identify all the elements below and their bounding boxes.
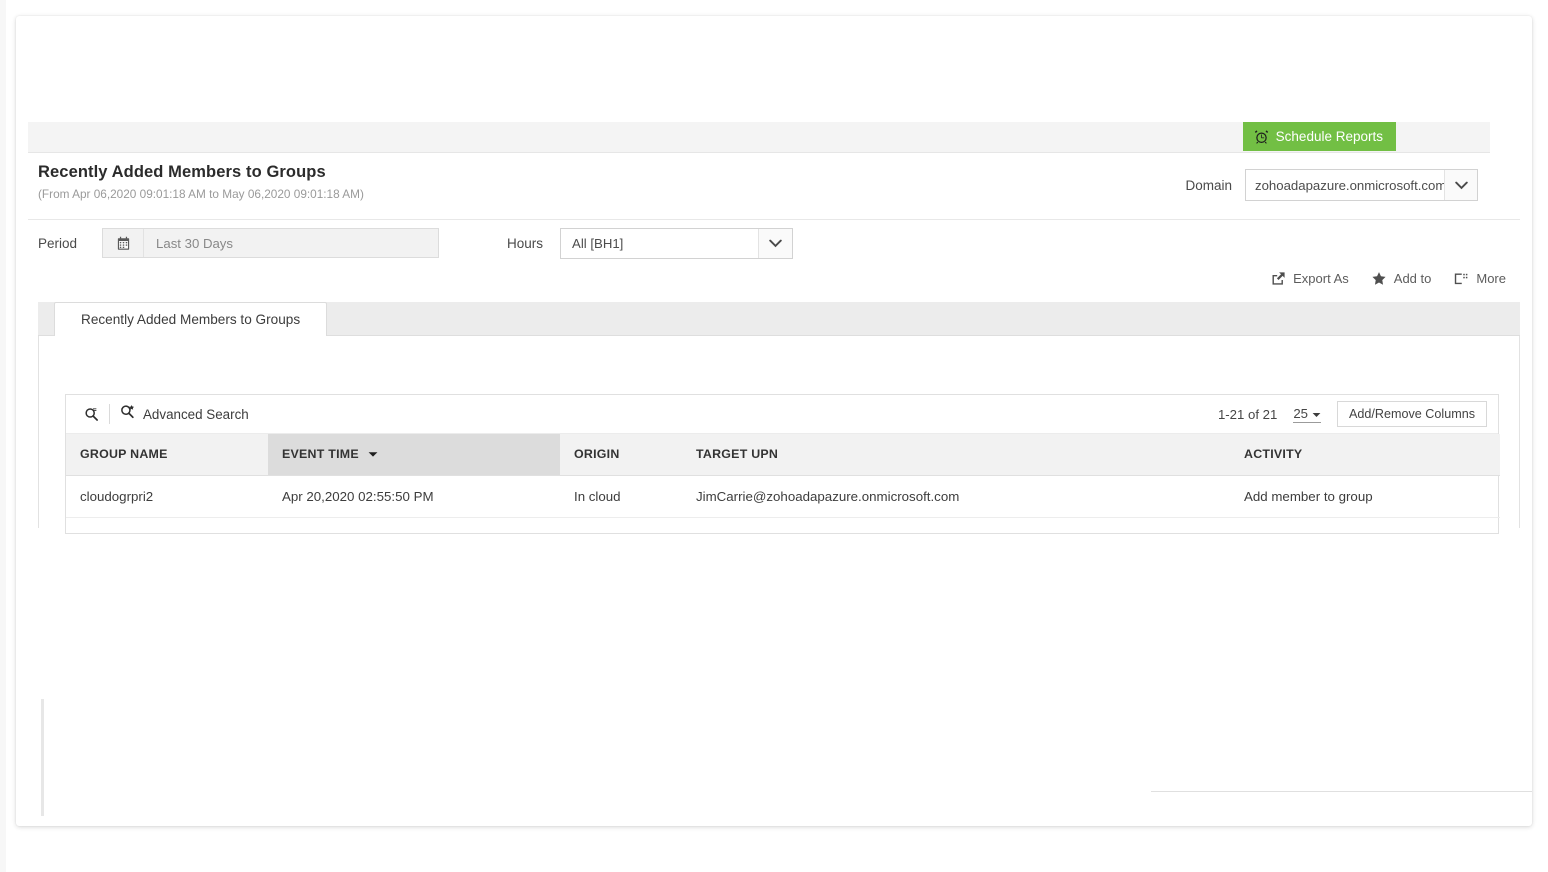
filter-bar: Period Last 30 Days [38,227,793,259]
data-grid: GROUP NAME EVENT TIME ORIGIN [66,434,1500,518]
cell-group-name: cloudogrpri2 [66,475,268,517]
chevron-down-icon[interactable] [1444,170,1477,200]
left-edge-shade [0,0,6,872]
column-header-label: GROUP NAME [80,447,168,461]
column-header-label: EVENT TIME [282,447,359,461]
grid-toolbar: Advanced Search 1-21 of 21 25 Add/Remove… [66,395,1498,434]
report-panel-body: Advanced Search 1-21 of 21 25 Add/Remove… [38,336,1520,528]
hours-selected-value: All [BH1] [561,229,758,258]
column-header-label: ACTIVITY [1244,447,1302,461]
period-label: Period [38,236,77,251]
export-as-label: Export As [1293,271,1349,286]
period-field[interactable]: Last 30 Days [102,228,439,258]
background-horizontal-rule [1151,791,1532,792]
background-vertical-rule [41,699,44,816]
column-header-event-time[interactable]: EVENT TIME [268,434,560,475]
column-header-group-name[interactable]: GROUP NAME [66,434,268,475]
column-header-activity[interactable]: ACTIVITY [1230,434,1500,475]
add-remove-columns-button[interactable]: Add/Remove Columns [1337,401,1487,427]
chevron-down-icon[interactable] [758,229,792,258]
schedule-reports-label: Schedule Reports [1276,129,1383,144]
advanced-search-button[interactable]: Advanced Search [120,404,249,424]
record-range: 1-21 of 21 [1218,407,1277,422]
tab-label: Recently Added Members to Groups [81,312,300,327]
table-row[interactable]: cloudogrpri2 Apr 20,2020 02:55:50 PM In … [66,475,1500,517]
add-remove-columns-label: Add/Remove Columns [1349,407,1475,421]
cell-activity: Add member to group [1230,475,1500,517]
report-date-range: (From Apr 06,2020 09:01:18 AM to May 06,… [38,187,364,201]
advanced-search-label: Advanced Search [143,407,249,422]
tab-strip: Recently Added Members to Groups [38,302,1520,336]
top-action-strip: Schedule Reports [28,122,1490,153]
caret-down-icon [1312,406,1321,422]
more-list-icon [1453,271,1469,286]
report-page-card: Schedule Reports Recently Added Members … [16,16,1532,826]
more-button[interactable]: More [1453,271,1506,286]
star-icon [1371,271,1387,286]
add-to-button[interactable]: Add to [1371,271,1432,286]
search-icon-group [74,404,110,424]
period-value: Last 30 Days [144,229,438,257]
export-as-button[interactable]: Export As [1271,271,1349,286]
calendar-icon [103,229,144,257]
title-divider [28,219,1520,220]
column-header-label: ORIGIN [574,447,620,461]
tab-recently-added-members-to-groups[interactable]: Recently Added Members to Groups [54,302,327,336]
cell-target-upn: JimCarrie@zohoadapazure.onmicrosoft.com [682,475,1230,517]
more-label: More [1476,271,1506,286]
add-to-label: Add to [1394,271,1432,286]
table-header-row: GROUP NAME EVENT TIME ORIGIN [66,434,1500,475]
report-actions-toolbar: Export As Add to More [1271,271,1506,286]
page-title: Recently Added Members to Groups [38,163,364,182]
export-icon [1271,271,1286,286]
hours-label: Hours [507,236,543,251]
toolbar-divider [109,404,110,424]
page-size-selector[interactable]: 25 [1293,406,1321,423]
cell-event-time: Apr 20,2020 02:55:50 PM [268,475,560,517]
column-header-target-upn[interactable]: TARGET UPN [682,434,1230,475]
domain-label: Domain [1185,178,1232,193]
cell-origin: In cloud [560,475,682,517]
grid-toolbar-right: 1-21 of 21 25 Add/Remove Columns [1218,401,1487,427]
domain-selector-group: Domain zohoadapazure.onmicrosoft.com [1185,169,1478,201]
alarm-clock-icon [1254,129,1269,144]
page-size-value: 25 [1293,406,1308,422]
column-header-label: TARGET UPN [696,447,778,461]
domain-select[interactable]: zohoadapazure.onmicrosoft.com [1245,169,1478,201]
data-grid-container: Advanced Search 1-21 of 21 25 Add/Remove… [65,394,1499,534]
search-icon[interactable] [74,407,109,422]
column-header-origin[interactable]: ORIGIN [560,434,682,475]
hours-select[interactable]: All [BH1] [560,228,793,259]
advanced-search-icon [120,404,135,424]
schedule-reports-button[interactable]: Schedule Reports [1243,122,1396,151]
domain-selected-value: zohoadapazure.onmicrosoft.com [1246,170,1444,200]
sort-desc-icon[interactable] [368,447,378,461]
report-title-block: Recently Added Members to Groups (From A… [38,163,364,201]
